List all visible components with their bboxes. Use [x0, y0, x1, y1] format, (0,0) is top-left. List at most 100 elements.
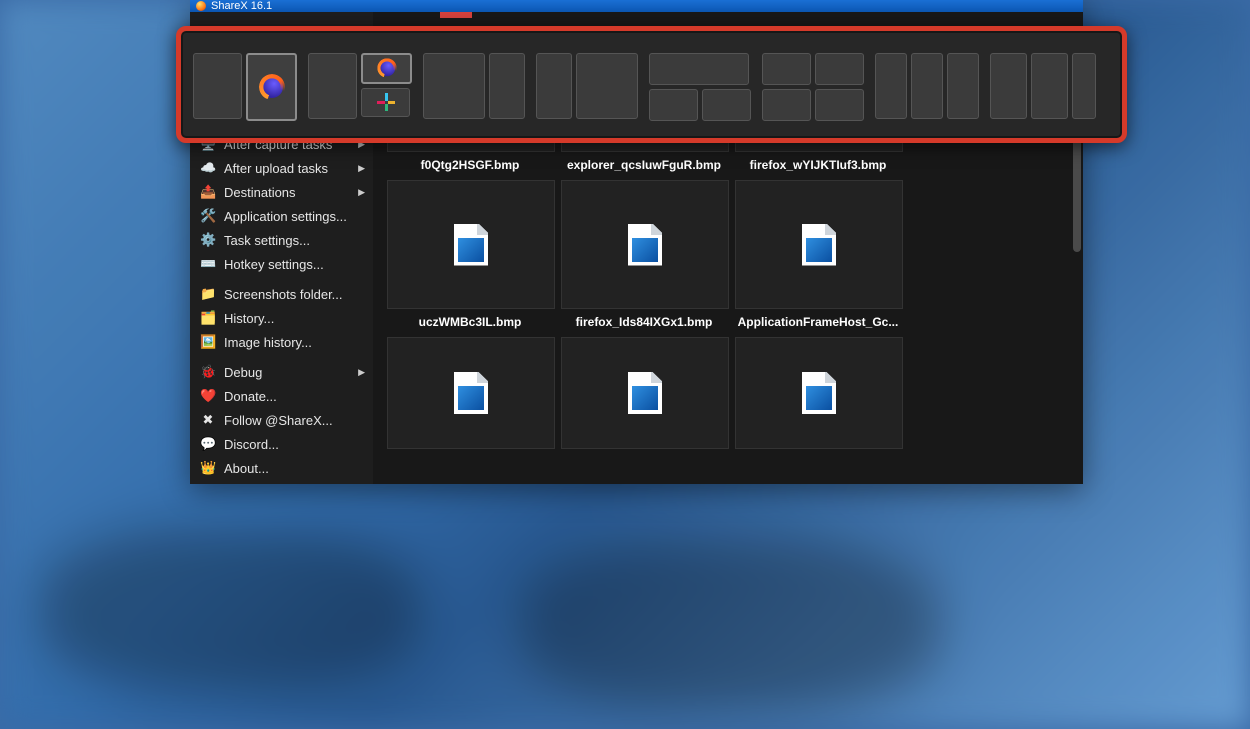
layout-one-plus-two[interactable] — [308, 53, 412, 117]
sidebar-item-after-upload[interactable]: ☁️ After upload tasks ▶ — [190, 156, 373, 180]
filename: f0Qtg2HSGF.bmp — [387, 158, 553, 172]
gallery-item[interactable]: firefox_Ids84IXGx1.bmp — [561, 180, 727, 329]
thumbnail — [387, 180, 555, 309]
label: Application settings... — [224, 209, 347, 224]
file-icon — [628, 224, 662, 266]
firefox-icon — [261, 76, 283, 98]
layout-narrow-wide[interactable] — [536, 53, 638, 117]
gallery-item[interactable] — [735, 337, 901, 449]
sidebar-item-app-settings[interactable]: 🛠️Application settings... — [190, 204, 373, 228]
upload-icon: ☁️ — [200, 160, 216, 176]
cell[interactable] — [536, 53, 572, 119]
sidebar-item-hotkey-settings[interactable]: ⌨️ Hotkey settings... — [190, 252, 373, 276]
slack-icon — [377, 93, 395, 111]
window-title: ShareX 16.1 — [211, 0, 272, 12]
minimize-button[interactable] — [992, 0, 1032, 12]
label: Follow @ShareX... — [224, 413, 333, 428]
folder-icon: 📁 — [200, 286, 216, 302]
cell[interactable] — [911, 53, 943, 119]
sidebar-item-follow[interactable]: ✖ Follow @ShareX... — [190, 408, 373, 432]
label: Discord... — [224, 437, 279, 452]
bug-icon: 🐞 — [200, 364, 216, 380]
heart-icon: ❤️ — [200, 388, 216, 404]
cell[interactable] — [947, 53, 979, 119]
discord-icon: 💬 — [200, 436, 216, 452]
chevron-right-icon: ▶ — [358, 187, 365, 198]
label: Image history... — [224, 335, 312, 350]
sidebar-item-about[interactable]: 👑 About... — [190, 456, 373, 480]
cell[interactable] — [875, 53, 907, 119]
thumbnail — [387, 337, 555, 449]
gallery-item[interactable]: uczWMBc3IL.bmp — [387, 180, 553, 329]
filename: explorer_qcsIuwFguR.bmp — [561, 158, 727, 172]
snap-layout-popup[interactable] — [176, 26, 1127, 143]
file-icon — [802, 224, 836, 266]
label: Donate... — [224, 389, 277, 404]
sidebar-item-donate[interactable]: ❤️ Donate... — [190, 384, 373, 408]
cell[interactable] — [361, 53, 412, 84]
cell[interactable] — [649, 89, 698, 121]
thumbnail — [561, 180, 729, 309]
layout-three-col[interactable] — [875, 53, 979, 117]
file-icon — [628, 372, 662, 414]
sidebar-item-screenshots-folder[interactable]: 📁 Screenshots folder... — [190, 282, 373, 306]
cell[interactable] — [308, 53, 357, 119]
label: Hotkey settings... — [224, 257, 324, 272]
crown-icon: 👑 — [200, 460, 216, 476]
app-icon — [196, 1, 206, 11]
layout-three-col-narrow-last[interactable] — [990, 53, 1096, 117]
label: About... — [224, 461, 269, 476]
cell-selected[interactable] — [246, 53, 297, 121]
label: After upload tasks — [224, 161, 328, 176]
cell[interactable] — [649, 53, 749, 85]
cell[interactable] — [702, 89, 751, 121]
layout-two-by-two[interactable] — [762, 53, 864, 117]
close-button[interactable] — [1037, 0, 1077, 12]
titlebar[interactable]: ShareX 16.1 — [190, 0, 1083, 12]
sidebar-item-task-settings[interactable]: ⚙️ Task settings... — [190, 228, 373, 252]
filename: uczWMBc3IL.bmp — [387, 315, 553, 329]
red-accent — [440, 12, 472, 18]
label: Task settings... — [224, 233, 310, 248]
keyboard-icon: ⌨️ — [200, 256, 216, 272]
image-icon: 🖼️ — [200, 334, 216, 350]
layout-wide-narrow[interactable] — [423, 53, 525, 117]
cell[interactable] — [576, 53, 638, 119]
cell[interactable] — [1031, 53, 1068, 119]
sidebar-item-debug[interactable]: 🐞Debug▶ — [190, 360, 373, 384]
cell[interactable] — [762, 53, 811, 85]
thumbnail — [561, 337, 729, 449]
gallery-item[interactable] — [561, 337, 727, 449]
label: Screenshots folder... — [224, 287, 343, 302]
sidebar-item-image-history[interactable]: 🖼️ Image history... — [190, 330, 373, 354]
cell[interactable] — [815, 89, 864, 121]
sidebar-item-destinations[interactable]: 📤Destinations▶ — [190, 180, 373, 204]
file-icon — [454, 372, 488, 414]
sidebar-item-history[interactable]: 🗂️History... — [190, 306, 373, 330]
file-icon — [454, 224, 488, 266]
x-icon: ✖ — [200, 412, 216, 428]
cell[interactable] — [990, 53, 1027, 119]
layout-two-side[interactable] — [193, 53, 297, 117]
cell[interactable] — [1072, 53, 1096, 119]
cell[interactable] — [489, 53, 525, 119]
filename: firefox_wYIJKTIuf3.bmp — [735, 158, 901, 172]
gallery-item[interactable] — [387, 337, 553, 449]
gallery-item[interactable]: ApplicationFrameHost_Gc... — [735, 180, 901, 329]
cell[interactable] — [815, 53, 864, 85]
sidebar-item-discord[interactable]: 💬 Discord... — [190, 432, 373, 456]
cell[interactable] — [423, 53, 485, 119]
file-icon — [802, 372, 836, 414]
cell[interactable] — [762, 89, 811, 121]
cell[interactable] — [193, 53, 242, 119]
filename: ApplicationFrameHost_Gc... — [735, 315, 901, 329]
gear-icon: ⚙️ — [200, 232, 216, 248]
chevron-right-icon: ▶ — [358, 163, 365, 174]
filename: firefox_Ids84IXGx1.bmp — [561, 315, 727, 329]
thumbnail — [735, 180, 903, 309]
history-icon: 🗂️ — [200, 310, 216, 326]
cell[interactable] — [361, 88, 410, 117]
label: Destinations — [224, 185, 296, 200]
sharex-window: ShareX 16.1 — [190, 0, 1083, 484]
layout-row-split-bottom[interactable] — [649, 53, 751, 117]
